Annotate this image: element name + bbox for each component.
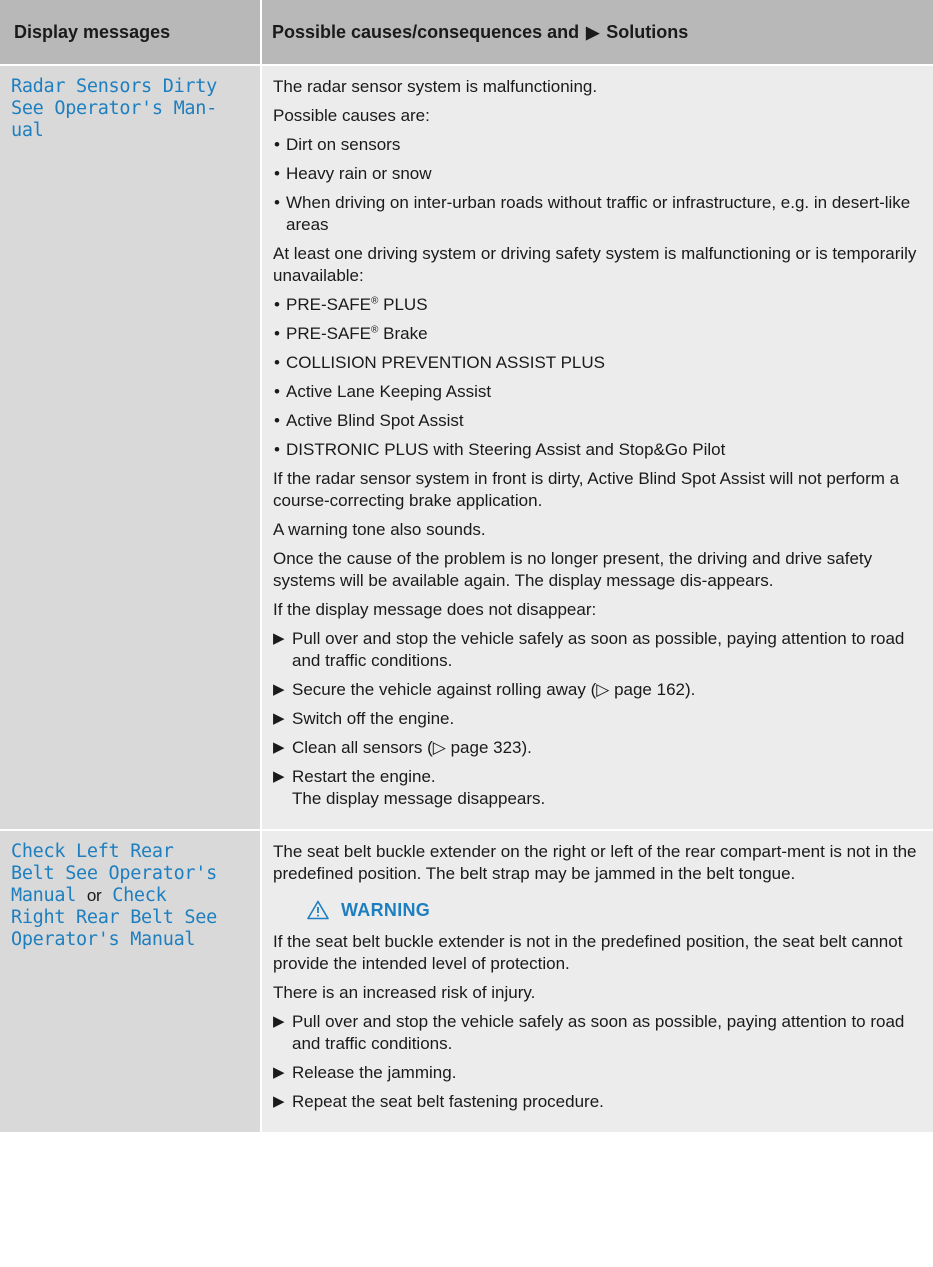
list-item: When driving on inter-urban roads withou… — [273, 192, 927, 236]
paragraph: If the radar sensor system in front is d… — [273, 469, 900, 510]
display-message-cell: Radar Sensors Dirty See Operator's Man- … — [0, 65, 262, 831]
step-arrow-icon: ▶ — [273, 1093, 285, 1110]
table-header-row: Display messages Possible causes/consequ… — [0, 0, 933, 66]
systems-list: PRE-SAFE® PLUS PRE-SAFE® Brake COLLISION… — [273, 294, 927, 461]
step-arrow-icon: ▶ — [273, 1064, 285, 1081]
system-name: PRE-SAFE — [286, 295, 372, 314]
message-fragment: Manual — [11, 885, 77, 906]
solution-step: ▶ Switch off the engine. — [273, 708, 927, 730]
message-line: See Operator's Man- — [11, 98, 217, 119]
list-item: Active Blind Spot Assist — [273, 410, 927, 432]
step-arrow-icon: ▶ — [273, 739, 285, 756]
step-text: Switch off the engine. — [292, 709, 455, 728]
solution-step: ▶ Clean all sensors (▷ page 323). — [273, 737, 927, 759]
message-line: Right Rear Belt See — [11, 907, 217, 928]
paragraph: At least one driving system or driving s… — [273, 244, 917, 285]
solution-step: ▶ Secure the vehicle against rolling away… — [273, 679, 927, 701]
solution-step: ▶ Restart the engine. The display message … — [273, 766, 927, 810]
list-item: Active Lane Keeping Assist — [273, 381, 927, 403]
list-item: DISTRONIC PLUS with Steering Assist and … — [273, 439, 927, 461]
list-item: Dirt on sensors — [273, 134, 927, 156]
step-arrow-icon: ▶ — [273, 768, 285, 785]
solution-steps-list: ▶ Pull over and stop the vehicle safely a… — [273, 628, 927, 810]
paragraph: There is an increased risk of injury. — [273, 983, 536, 1002]
header-causes-text: Possible causes/consequences and — [272, 21, 580, 42]
display-message-cell: Check Left Rear Belt See Operator's Manu… — [0, 830, 262, 1134]
list-item: Heavy rain or snow — [273, 163, 927, 185]
paragraph: If the display message does not disappea… — [273, 600, 597, 619]
system-name-suffix: Brake — [378, 324, 428, 343]
table-row-radar-sensors: Radar Sensors Dirty See Operator's Man- … — [0, 65, 933, 831]
step-arrow-icon: ▶ — [273, 710, 285, 727]
display-messages-table: Display messages Possible causes/consequ… — [0, 0, 933, 1134]
causes-list: Dirt on sensors Heavy rain or snow When … — [273, 134, 927, 236]
display-message-rear-belt: Check Left Rear Belt See Operator's Manu… — [11, 841, 250, 951]
or-connector: or — [86, 886, 102, 905]
paragraph: The seat belt buckle extender on the rig… — [273, 842, 917, 883]
header-solutions-text: Solutions — [606, 21, 689, 42]
list-item: COLLISION PREVENTION ASSIST PLUS — [273, 352, 927, 374]
table-row-rear-belt: Check Left Rear Belt See Operator's Manu… — [0, 830, 933, 1134]
display-message-radar-sensors: Radar Sensors Dirty See Operator's Man- … — [11, 76, 250, 142]
step-text: Release the jamming. — [292, 1063, 457, 1082]
message-line: Operator's Manual — [11, 929, 196, 950]
header-causes-solutions: Possible causes/consequences and ▶ Solut… — [261, 0, 933, 66]
system-name: PRE-SAFE — [286, 324, 372, 343]
causes-solutions-cell: The radar sensor system is malfunctionin… — [261, 65, 933, 831]
solution-steps-list: ▶ Pull over and stop the vehicle safely a… — [273, 1011, 927, 1113]
message-line: Radar Sensors Dirty — [11, 76, 217, 97]
step-text: Restart the engine. — [292, 767, 436, 786]
system-name-suffix: PLUS — [378, 295, 428, 314]
message-line: Belt See Operator's — [11, 863, 217, 884]
paragraph: A warning tone also sounds. — [273, 520, 486, 539]
warning-heading: WARNING — [307, 899, 927, 921]
header-display-messages: Display messages — [0, 0, 262, 66]
paragraph: Once the cause of the problem is no long… — [273, 549, 873, 590]
message-line-mixed: Manual or Check — [11, 885, 250, 907]
step-text: Secure the vehicle against rolling away … — [292, 680, 696, 699]
causes-solutions-cell: The seat belt buckle extender on the rig… — [261, 830, 933, 1134]
message-line: Check Left Rear — [11, 841, 174, 862]
step-text: Pull over and stop the vehicle safely as… — [292, 1012, 905, 1053]
step-text: Pull over and stop the vehicle safely as… — [292, 629, 905, 670]
list-item: PRE-SAFE® Brake — [273, 323, 927, 345]
step-text: Clean all sensors (▷ page 323). — [292, 738, 532, 757]
message-fragment: Check — [112, 885, 167, 906]
step-text: Repeat the seat belt fastening procedure… — [292, 1092, 604, 1111]
solution-step: ▶ Pull over and stop the vehicle safely a… — [273, 1011, 927, 1055]
solution-step: ▶ Pull over and stop the vehicle safely a… — [273, 628, 927, 672]
solution-step: ▶ Repeat the seat belt fastening procedur… — [273, 1091, 927, 1113]
solution-arrow-icon: ▶ — [586, 22, 600, 42]
step-arrow-icon: ▶ — [273, 1013, 285, 1030]
solution-step: ▶ Release the jamming. — [273, 1062, 927, 1084]
step-arrow-icon: ▶ — [273, 681, 285, 698]
message-line: ual — [11, 120, 44, 141]
manual-page: Display messages Possible causes/consequ… — [0, 0, 933, 1267]
step-result-text: The display message disappears. — [292, 789, 546, 808]
paragraph: If the seat belt buckle extender is not … — [273, 932, 903, 973]
step-arrow-icon: ▶ — [273, 630, 285, 647]
paragraph: Possible causes are: — [273, 106, 430, 125]
warning-triangle-icon — [307, 900, 329, 920]
paragraph: The radar sensor system is malfunctionin… — [273, 77, 598, 96]
warning-label: WARNING — [341, 900, 431, 920]
list-item: PRE-SAFE® PLUS — [273, 294, 927, 316]
